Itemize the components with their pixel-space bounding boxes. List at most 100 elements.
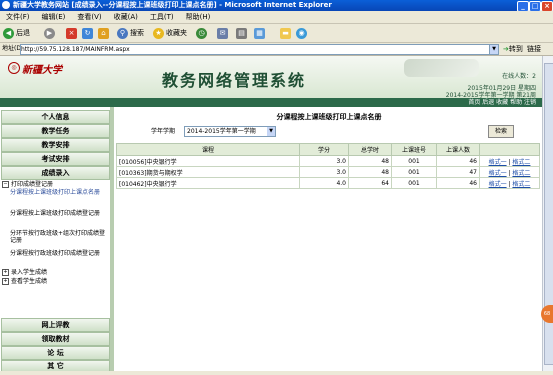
cell-class-no: 001 xyxy=(391,177,437,189)
browser-toolbar: ◀ 后退 ▶ × ↻ ⌂ ⚲ 搜索 ★ 收藏夹 ◷ ✉ ▤ ▦ ▬ ◉ xyxy=(0,24,553,43)
sidebar-online-evaluation[interactable]: 网上评教 xyxy=(1,318,110,332)
header-course: 课程 xyxy=(116,143,300,156)
tree-item-grade-register-class[interactable]: 分课程按上课班级打印成绩登记册 xyxy=(10,210,106,217)
cell-actions: 格式一 | 格式二 xyxy=(479,155,540,167)
sidebar-grade-entry[interactable]: 成绩录入 xyxy=(1,166,110,180)
sidebar-teaching-schedule[interactable]: 教学安排 xyxy=(1,138,110,152)
favorites-button[interactable]: ★ 收藏夹 xyxy=(153,26,187,40)
sidebar-teaching-task[interactable]: 教学任务 xyxy=(1,124,110,138)
star-icon: ★ xyxy=(153,27,164,39)
format-one-link[interactable]: 格式一 xyxy=(489,159,507,166)
format-one-link[interactable]: 格式一 xyxy=(489,181,507,188)
table-row: [010363]期货与期权学 3.0 48 001 47 格式一 | 格式二 xyxy=(116,166,540,178)
sidebar-textbook[interactable]: 领取教材 xyxy=(1,332,110,346)
format-two-link[interactable]: 格式二 xyxy=(512,170,530,177)
term-label: 学年学期 xyxy=(151,128,176,135)
term-select-value: 2014-2015学年第一学期 xyxy=(187,128,256,135)
top-nav-links[interactable]: 首页 后退 收藏 帮助 注销 xyxy=(468,98,536,107)
table-header-row: 课程 学分 总学时 上课班号 上课人数 xyxy=(116,143,540,156)
back-arrow-icon: ◀ xyxy=(3,27,14,39)
sidebar-forum[interactable]: 论 坛 xyxy=(1,346,110,360)
messenger-icon: ◉ xyxy=(296,27,307,39)
folder-icon: ▬ xyxy=(280,27,291,39)
tree-item-grade-register-admin[interactable]: 分课程按行政班级打印成绩登记册 xyxy=(10,250,106,257)
window-title: 新疆大学教务网站 [成绩录入--分课程按上课班级打印上课点名册] - Micro… xyxy=(13,1,332,9)
menu-favorites[interactable]: 收藏(A) xyxy=(108,11,144,23)
menu-edit[interactable]: 编辑(E) xyxy=(36,11,72,23)
cell-course: [010056]中央银行学 xyxy=(116,155,300,167)
go-button[interactable]: ➔转到 xyxy=(503,44,523,54)
tree-item-grade-register-group[interactable]: 分环节按行政班级+组次打印成绩登记册 xyxy=(10,230,106,244)
chevron-down-icon: ▼ xyxy=(267,127,275,136)
expand-icon: + xyxy=(2,278,9,285)
stop-button[interactable]: × xyxy=(66,26,79,40)
search-icon: ⚲ xyxy=(117,27,128,39)
tree-view-grades[interactable]: + 查看学生成绩 xyxy=(2,278,47,285)
nav-strip: 首页 后退 收藏 帮助 注销 xyxy=(0,98,542,107)
sidebar: 个人信息 教学任务 教学安排 考试安排 成绩录入 − 打印成绩登记册 分课程按上课… xyxy=(0,107,111,372)
address-url: http://59.75.128.187/MAINFRM.aspx xyxy=(21,46,130,53)
links-button[interactable]: 链接 xyxy=(527,44,541,54)
page-content: ◎ 新疆大学 教务网络管理系统 在线人数：2 2015年01月29日 星期四 2… xyxy=(0,56,542,372)
history-icon: ◷ xyxy=(196,27,207,39)
address-input[interactable]: http://59.75.128.187/MAINFRM.aspx xyxy=(20,44,498,55)
menu-tools[interactable]: 工具(T) xyxy=(144,11,180,23)
menu-file[interactable]: 文件(F) xyxy=(0,11,36,23)
tree-item-roll-call[interactable]: 分课程按上课班级打印上课点名册 xyxy=(10,189,106,196)
sidebar-exam-schedule[interactable]: 考试安排 xyxy=(1,152,110,166)
edit-icon: ▦ xyxy=(254,27,265,39)
format-two-link[interactable]: 格式二 xyxy=(512,181,530,188)
vertical-scrollbar[interactable] xyxy=(542,56,553,371)
back-button[interactable]: ◀ 后退 xyxy=(3,26,30,40)
system-name: 教务网络管理系统 xyxy=(162,71,307,90)
edit-button[interactable]: ▦ xyxy=(254,26,267,40)
cell-course: [010363]期货与期权学 xyxy=(116,166,300,178)
university-logo-text: 新疆大学 xyxy=(22,65,62,76)
cell-class-no: 001 xyxy=(391,155,437,167)
header-actions xyxy=(479,143,540,156)
cell-class-no: 001 xyxy=(391,166,437,178)
header-credit: 学分 xyxy=(299,143,349,156)
frame-splitter[interactable] xyxy=(110,107,114,371)
menu-help[interactable]: 帮助(H) xyxy=(180,11,217,23)
cell-actions: 格式一 | 格式二 xyxy=(479,166,540,178)
folder-button[interactable]: ▬ xyxy=(280,26,293,40)
tree-print-register[interactable]: − 打印成绩登记册 xyxy=(2,181,53,188)
refresh-button[interactable]: ↻ xyxy=(82,26,95,40)
search-button[interactable]: ⚲ 搜索 xyxy=(117,26,144,40)
forward-button[interactable]: ▶ xyxy=(44,26,57,40)
mail-icon: ✉ xyxy=(217,27,228,39)
menu-bar: 文件(F) 编辑(E) 查看(V) 收藏(A) 工具(T) 帮助(H) xyxy=(0,11,553,24)
mail-button[interactable]: ✉ xyxy=(217,26,230,40)
stop-icon: × xyxy=(66,27,77,39)
window-titlebar: 新疆大学教务网站 [成绩录入--分课程按上课班级打印上课点名册] - Micro… xyxy=(0,0,553,12)
home-button[interactable]: ⌂ xyxy=(98,26,111,40)
cell-students: 47 xyxy=(436,166,480,178)
format-one-link[interactable]: 格式一 xyxy=(489,170,507,177)
tree-enter-grades[interactable]: + 录入学生成绩 xyxy=(2,269,47,276)
address-dropdown-icon[interactable]: ▼ xyxy=(489,44,499,55)
floating-badge[interactable]: 68 xyxy=(541,305,553,323)
term-select[interactable]: 2014-2015学年第一学期 ▼ xyxy=(184,126,276,137)
cell-hours: 48 xyxy=(348,155,392,167)
cell-hours: 64 xyxy=(348,177,392,189)
search-submit-button[interactable]: 检索 xyxy=(488,125,514,138)
cell-credit: 3.0 xyxy=(299,155,349,167)
banner-info: 在线人数：2 2015年01月29日 星期四 2014-2015学年第一学期 第… xyxy=(446,73,536,99)
format-two-link[interactable]: 格式二 xyxy=(512,159,530,166)
print-button[interactable]: ▤ xyxy=(236,26,249,40)
sidebar-personal-info[interactable]: 个人信息 xyxy=(1,110,110,124)
header-students: 上课人数 xyxy=(436,143,480,156)
ie-icon xyxy=(2,1,10,9)
main-panel: 分课程按上课班级打印上课点名册 学年学期 2014-2015学年第一学期 ▼ 检… xyxy=(116,107,542,371)
status-bar xyxy=(0,371,553,375)
page-title: 分课程按上课班级打印上课点名册 xyxy=(276,113,382,121)
header-hours: 总学时 xyxy=(348,143,392,156)
printer-icon: ▤ xyxy=(236,27,247,39)
menu-view[interactable]: 查看(V) xyxy=(71,11,107,23)
history-button[interactable]: ◷ xyxy=(196,26,209,40)
university-seal-icon: ◎ xyxy=(8,62,20,74)
site-banner: ◎ 新疆大学 教务网络管理系统 在线人数：2 2015年01月29日 星期四 2… xyxy=(0,56,542,99)
messenger-button[interactable]: ◉ xyxy=(296,26,309,40)
forward-arrow-icon: ▶ xyxy=(44,27,55,39)
